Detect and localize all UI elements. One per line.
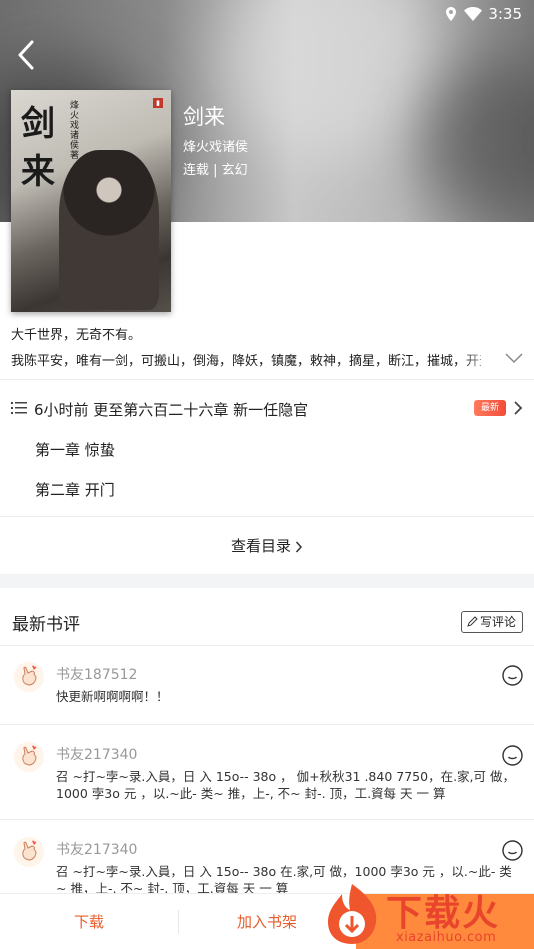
cover-author: 烽火戏诸侯著 (68, 100, 78, 160)
chevron-right-icon[interactable] (513, 400, 523, 416)
book-cover: 剑来 烽火戏诸侯著 ▮ (11, 90, 171, 312)
avatar[interactable] (14, 662, 44, 692)
review-content: 快更新啊啊啊啊！！ (56, 689, 169, 704)
pen-icon (467, 616, 478, 627)
comment-icon[interactable] (502, 665, 523, 686)
book-title: 剑来 (183, 105, 225, 129)
view-toc-button[interactable]: 查看目录 (0, 518, 534, 574)
cover-publisher-logo: ▮ (153, 98, 163, 108)
section-separator (0, 574, 534, 588)
reviewer-name[interactable]: 书友217340 (56, 744, 137, 764)
write-review-label: 写评论 (480, 615, 517, 629)
reviewer-name[interactable]: 书友217340 (56, 839, 137, 859)
wifi-icon (464, 7, 482, 21)
cover-title: 剑来 (21, 104, 55, 192)
book-meta: 连载 | 玄幻 (183, 163, 248, 178)
watermark-logo: 下载火 xiazaihuo.com (316, 880, 534, 949)
avatar[interactable] (14, 742, 44, 772)
divider (0, 724, 534, 725)
download-button[interactable]: 下载 (0, 894, 178, 949)
write-review-button[interactable]: 写评论 (461, 611, 523, 633)
chapter-item[interactable]: 第二章 开门 (35, 479, 115, 500)
comment-icon[interactable] (502, 745, 523, 766)
chevron-right-icon (295, 540, 303, 553)
list-icon (11, 402, 27, 414)
flame-logo-icon (328, 884, 377, 944)
expand-chevron-down-icon[interactable] (505, 352, 523, 364)
status-time: 3:35 (488, 5, 522, 23)
reviews-heading: 最新书评 (12, 615, 80, 635)
intro-line-2: 我陈平安，唯有一剑，可搬山，倒海，降妖，镇魔，敕神，摘星，断江，摧城，开天！ (11, 354, 481, 369)
status-bar: 3:35 (0, 0, 534, 30)
new-badge: 最新 (474, 400, 506, 416)
intro-line-1: 大千世界，无奇不有。 (11, 328, 142, 343)
latest-chapter-update[interactable]: 6小时前 更至第六百二十六章 新一任隐官 (34, 399, 308, 420)
chapter-item[interactable]: 第一章 惊蛰 (35, 439, 115, 460)
watermark-text: 下载火 (386, 893, 501, 934)
comment-icon[interactable] (502, 840, 523, 861)
reviewer-name[interactable]: 书友187512 (56, 664, 137, 684)
divider (0, 516, 534, 517)
divider (0, 645, 534, 646)
watermark-url: xiazaihuo.com (396, 930, 497, 945)
cover-illustration (59, 150, 159, 310)
divider (0, 379, 534, 380)
view-toc-label: 查看目录 (230, 537, 291, 555)
review-content: 召 ~打~孛~录.入員，日 入 15o-- 38o ， 伽+秋秋31 .840 … (56, 769, 515, 801)
book-author[interactable]: 烽火戏诸侯 (183, 136, 248, 155)
avatar[interactable] (14, 837, 44, 867)
location-icon (446, 7, 456, 21)
divider (0, 819, 534, 820)
back-icon[interactable] (12, 38, 40, 72)
